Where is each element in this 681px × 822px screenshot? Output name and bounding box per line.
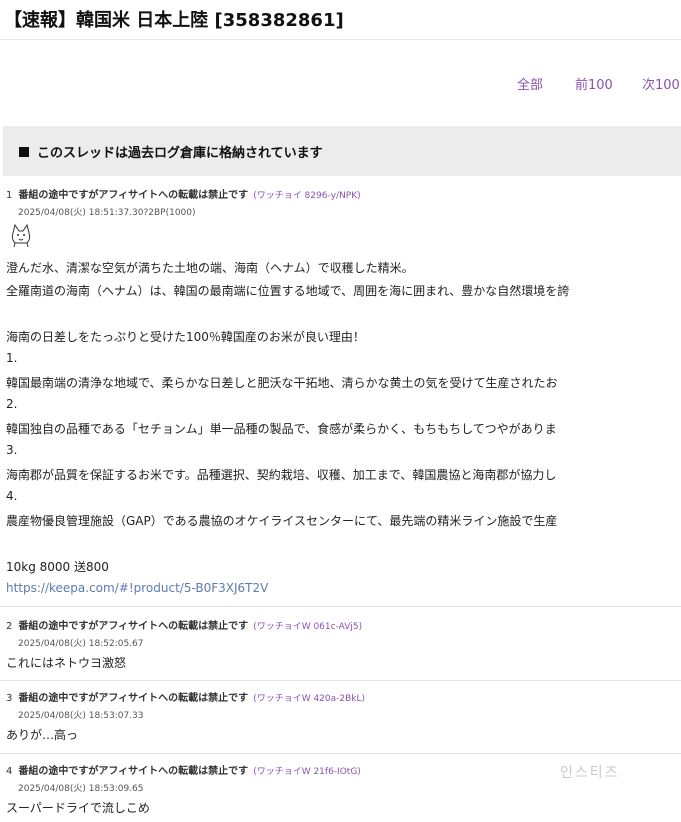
post-author-id[interactable]: (ワッチョイW 420a-2BkL) — [253, 694, 365, 704]
post-number[interactable]: 1 — [6, 190, 12, 201]
post-body-line: スーパードライで流しこめ — [6, 801, 150, 815]
post-header: 1 番組の途中ですがアフィサイトへの転載は禁止です (ワッチョイ 8296-y/NP… — [6, 186, 361, 201]
post-body-line: 1. — [6, 351, 18, 365]
post-divider — [0, 606, 681, 607]
post-body-line: 全羅南道の海南（ヘナム）は、韓国の最南端に位置する地域で、周囲を海に囲まれ、豊か… — [6, 284, 570, 298]
post-author-id[interactable]: (ワッチョイW 061c-AVj5) — [253, 622, 362, 632]
post-body-line: 農産物優良管理施設（GAP）である農協のオケイライスセンターにて、最先端の精米ラ… — [6, 514, 558, 528]
site-watermark: 인스티즈 — [560, 765, 620, 781]
post-date: 2025/04/08(火) 18:53:09.65 — [18, 784, 144, 794]
post-author-name: 番組の途中ですがアフィサイトへの転載は禁止です — [18, 766, 249, 777]
post-body-line: 2. — [6, 397, 18, 411]
post-date: 2025/04/08(火) 18:53:07.33 — [18, 711, 144, 721]
post-author-name: 番組の途中ですがアフィサイトへの転載は禁止です — [18, 693, 249, 704]
post-3: 3 番組の途中ですがアフィサイトへの転載は禁止です (ワッチョイW 420a-2Bk… — [0, 689, 681, 749]
square-bullet-icon — [19, 147, 29, 157]
post-body-line: 3. — [6, 443, 18, 457]
post-body-line: 10kg 8000 送800 — [6, 560, 109, 574]
post-number[interactable]: 3 — [6, 693, 12, 704]
ascii-cat-icon — [11, 223, 31, 248]
post-author-name: 番組の途中ですがアフィサイトへの転載は禁止です — [18, 621, 249, 632]
archive-notice-text: このスレッドは過去ログ倉庫に格納されています — [37, 146, 323, 161]
post-date: 2025/04/08(火) 18:51:37.30?2BP(1000) — [18, 208, 196, 218]
post-body-line: 海南郡が品質を保証するお米です。品種選択、契約栽培、収穫、加工まで、韓国農協と海… — [6, 468, 557, 482]
nav-next-100-link[interactable]: 次100 — [642, 74, 680, 93]
post-divider — [0, 753, 681, 754]
post-number[interactable]: 2 — [6, 621, 12, 632]
post-header: 4 番組の途中ですがアフィサイトへの転載は禁止です (ワッチョイW 21f6-IOt… — [6, 762, 361, 777]
post-header: 2 番組の途中ですがアフィサイトへの転載は禁止です (ワッチョイW 061c-AVj… — [6, 617, 362, 632]
product-url-link[interactable]: https://keepa.com/#!product/5-B0F3XJ6T2V — [6, 581, 268, 595]
nav-all-link[interactable]: 全部 — [517, 74, 543, 93]
post-body-line: これにはネトウヨ激怒 — [6, 656, 127, 670]
post-author-name: 番組の途中ですがアフィサイトへの転載は禁止です — [18, 190, 249, 201]
post-date: 2025/04/08(火) 18:52:05.67 — [18, 639, 144, 649]
post-2: 2 番組の途中ですがアフィサイトへの転載は禁止です (ワッチョイW 061c-AVj… — [0, 617, 681, 677]
post-author-id[interactable]: (ワッチョイ 8296-y/NPK) — [253, 191, 360, 201]
post-body-line: 4. — [6, 489, 18, 503]
post-number[interactable]: 4 — [6, 766, 12, 777]
post-header: 3 番組の途中ですがアフィサイトへの転載は禁止です (ワッチョイW 420a-2Bk… — [6, 689, 365, 704]
post-divider — [0, 680, 681, 681]
post-body-line: 海南の日差しをたっぷりと受けた100％韓国産のお米が良い理由！ — [6, 330, 365, 344]
post-body-line: 澄んだ水、清潔な空気が満ちた土地の端、海南（ヘナム）で収穫した精米。 — [6, 261, 414, 275]
post-body-line: ありが…高っ — [6, 728, 79, 742]
post-1: 1 番組の途中ですがアフィサイトへの転載は禁止です (ワッチョイ 8296-y/NP… — [0, 186, 681, 604]
post-author-id[interactable]: (ワッチョイW 21f6-IOtG) — [253, 767, 361, 777]
post-body-line: 韓国独自の品種である「セチョンム」単一品種の製品で、食感が柔らかく、もちもちして… — [6, 422, 557, 436]
post-body-line: 韓国最南端の清浄な地域で、柔らかな日差しと肥沃な干拓地、清らかな黄土の気を受けて… — [6, 376, 558, 390]
archive-notice: このスレッドは過去ログ倉庫に格納されています — [3, 126, 681, 176]
nav-prev-100-link[interactable]: 前100 — [575, 74, 613, 93]
title-divider — [0, 39, 681, 40]
thread-title: 【速報】韓国米 日本上陸 [358382861] — [4, 10, 344, 31]
